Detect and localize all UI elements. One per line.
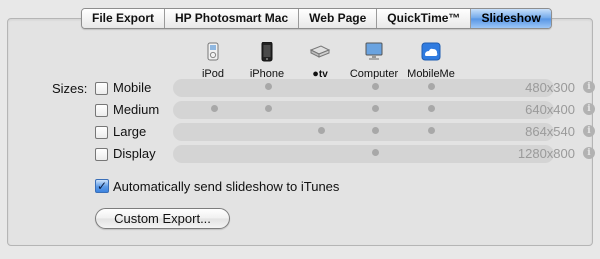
size-row-bar: [173, 145, 554, 163]
tab-file-export[interactable]: File Export: [82, 9, 166, 28]
size-name: Large: [113, 124, 147, 139]
computer-icon: [365, 42, 383, 60]
size-name: Display: [113, 146, 156, 161]
size-row-bar: [173, 123, 554, 141]
support-dot-iphone: [265, 83, 272, 90]
apple-tv-icon: [309, 45, 331, 58]
size-resolution: 480x300: [525, 80, 575, 95]
display-checkbox[interactable]: [95, 148, 108, 161]
device-ipod: iPod: [183, 42, 243, 82]
size-row-bar: [173, 79, 554, 97]
custom-export-button[interactable]: Custom Export...: [95, 208, 230, 229]
export-tab-bar: File Export HP Photosmart Mac Web Page Q…: [81, 8, 552, 29]
size-name: Mobile: [113, 80, 152, 95]
support-dot-computer: [372, 149, 379, 156]
size-resolution: 864x540: [525, 124, 575, 139]
size-name: Medium: [113, 102, 160, 117]
itunes-checkbox[interactable]: ✓: [95, 179, 109, 193]
device-header: iPod iPhone ●tv Computer MobileMe: [0, 42, 600, 80]
size-row-bar: [173, 101, 554, 119]
support-dot-mobileme: [428, 105, 435, 112]
size-row-large: Large 864x540 i: [0, 122, 600, 142]
support-dot-ipod: [211, 105, 218, 112]
tab-web-page[interactable]: Web Page: [299, 9, 378, 28]
size-resolution: 640x400: [525, 102, 575, 117]
info-icon[interactable]: i: [583, 125, 595, 137]
support-dot-computer: [372, 127, 379, 134]
tab-quicktime[interactable]: QuickTime™: [377, 9, 472, 28]
tab-slideshow[interactable]: Slideshow: [471, 9, 551, 28]
large-checkbox[interactable]: [95, 126, 108, 139]
tab-hp-photosmart[interactable]: HP Photosmart Mac: [165, 9, 300, 28]
iphone-icon: [261, 42, 273, 62]
device-mobileme: MobileMe: [401, 42, 461, 82]
info-icon[interactable]: i: [583, 147, 595, 159]
size-row-mobile: Mobile 480x300 i: [0, 78, 600, 98]
medium-checkbox[interactable]: [95, 104, 108, 117]
info-icon[interactable]: i: [583, 81, 595, 93]
size-resolution: 1280x800: [517, 146, 575, 161]
itunes-label: Automatically send slideshow to iTunes: [113, 179, 340, 194]
size-row-display: Display 1280x800 i: [0, 144, 600, 164]
support-dot-computer: [372, 83, 379, 90]
mobileme-icon: [421, 42, 441, 61]
size-row-medium: Medium 640x400 i: [0, 100, 600, 120]
mobile-checkbox[interactable]: [95, 82, 108, 95]
device-apple-tv: ●tv: [290, 42, 350, 82]
support-dot-mobileme: [428, 127, 435, 134]
device-computer: Computer: [344, 42, 404, 82]
support-dot-apple-tv: [318, 127, 325, 134]
support-dot-iphone: [265, 105, 272, 112]
info-icon[interactable]: i: [583, 103, 595, 115]
support-dot-mobileme: [428, 83, 435, 90]
ipod-icon: [207, 42, 219, 61]
support-dot-computer: [372, 105, 379, 112]
device-iphone: iPhone: [237, 42, 297, 82]
